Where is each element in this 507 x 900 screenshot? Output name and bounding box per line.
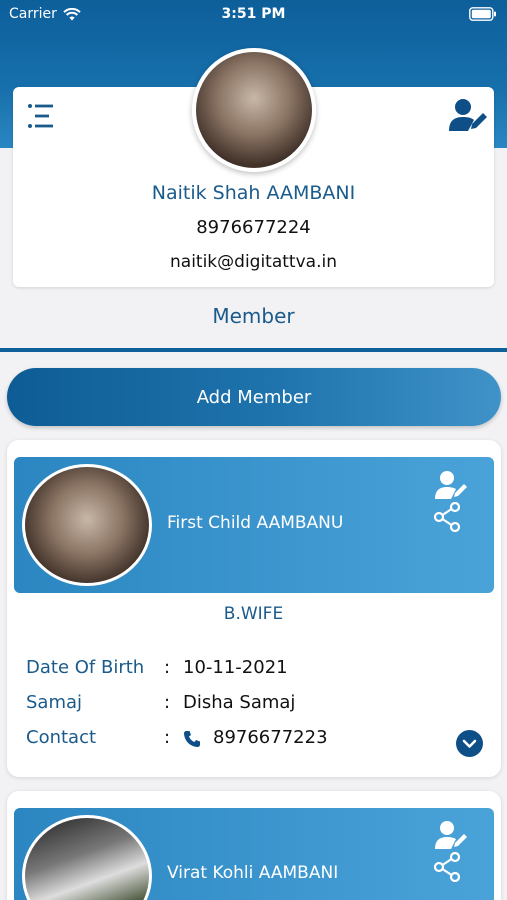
battery-icon: [469, 7, 496, 21]
samaj-label: Samaj: [26, 692, 83, 713]
member-name: Virat Kohli AAMBANI: [167, 863, 339, 883]
share-icon[interactable]: [430, 502, 466, 532]
samaj-colon: :: [164, 692, 171, 713]
phone-icon[interactable]: [183, 730, 201, 748]
samaj-value: Disha Samaj: [183, 692, 296, 713]
member-avatar: [22, 464, 152, 586]
status-bar: Carrier 3:51 PM: [0, 0, 507, 28]
edit-member-icon[interactable]: [434, 470, 470, 500]
chevron-down-icon: [462, 739, 477, 748]
profile-phone: 8976677224: [196, 217, 311, 238]
dob-value: 10-11-2021: [183, 657, 288, 678]
dob-colon: :: [164, 657, 171, 678]
contact-colon: :: [164, 727, 171, 748]
share-icon[interactable]: [430, 852, 466, 882]
edit-profile-icon[interactable]: [448, 98, 490, 132]
section-title: Member: [212, 304, 295, 328]
member-relation: B.WIFE: [223, 604, 284, 624]
edit-member-icon[interactable]: [434, 820, 470, 850]
add-member-button[interactable]: Add Member: [7, 368, 501, 426]
expand-details-button[interactable]: [456, 730, 483, 757]
profile-email: naitik@digitattva.in: [170, 252, 337, 272]
member-name: First Child AAMBANU: [167, 513, 344, 533]
contact-value[interactable]: 8976677223: [213, 727, 328, 748]
contact-label: Contact: [26, 727, 97, 748]
clock: 3:51 PM: [221, 6, 286, 22]
profile-avatar: [192, 48, 316, 172]
dob-label: Date Of Birth: [26, 657, 145, 678]
section-divider: [0, 348, 507, 352]
menu-icon[interactable]: [26, 101, 56, 131]
profile-name: Naitik Shah AAMBANI: [151, 182, 356, 204]
